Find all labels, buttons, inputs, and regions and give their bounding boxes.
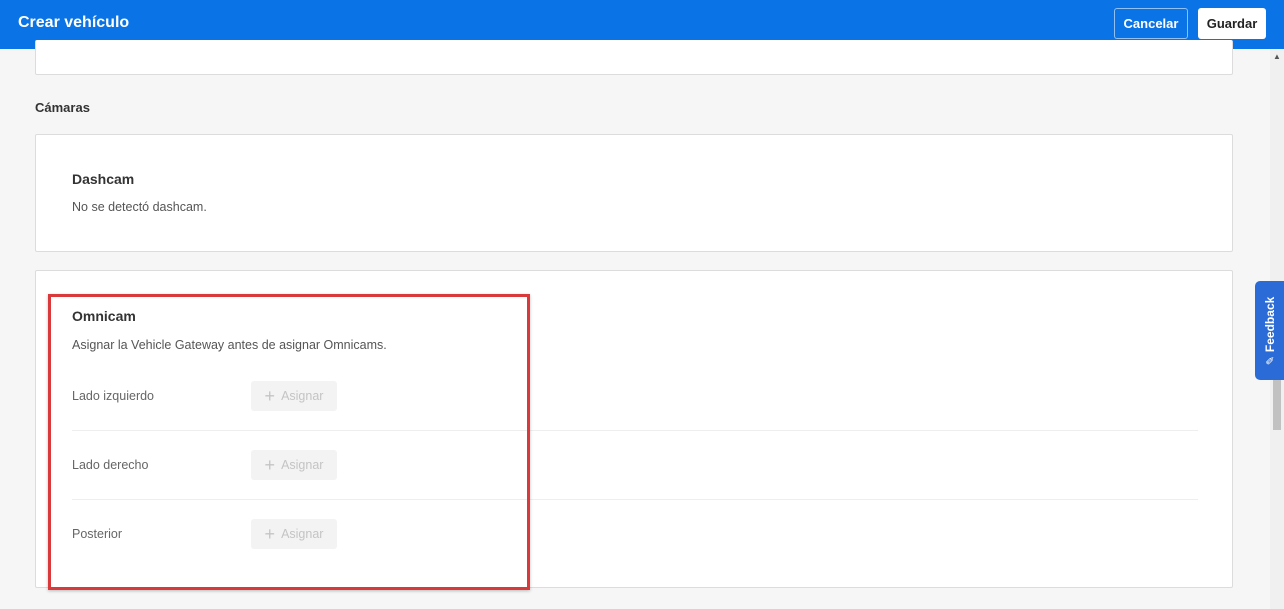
omnicam-heading: Omnicam [72, 308, 136, 324]
feedback-label: Feedback [1262, 296, 1277, 352]
scroll-up-arrow-icon[interactable]: ▲ [1272, 52, 1282, 62]
row-divider [72, 499, 1198, 500]
rear-label: Posterior [72, 527, 123, 541]
assign-label: Asignar [281, 458, 324, 472]
left-side-label: Lado izquierdo [72, 389, 155, 403]
plus-icon: + [264, 455, 276, 475]
scrollbar-thumb[interactable] [1273, 378, 1281, 430]
omnicam-note: Asignar la Vehicle Gateway antes de asig… [72, 338, 387, 352]
assign-label: Asignar [281, 389, 324, 403]
row-divider [72, 430, 1198, 431]
feedback-icon: ✎ [1264, 355, 1276, 365]
omnicam-card: Omnicam Asignar la Vehicle Gateway antes… [35, 270, 1233, 588]
dashcam-card: Dashcam No se detectó dashcam. [35, 134, 1233, 252]
feedback-tab-content: ✎ Feedback [1263, 296, 1277, 365]
save-button[interactable]: Guardar [1198, 8, 1266, 39]
assign-right-button[interactable]: + Asignar [251, 450, 337, 480]
dashcam-status: No se detectó dashcam. [72, 200, 207, 214]
cancel-button[interactable]: Cancelar [1114, 8, 1188, 39]
page-title: Crear vehículo [18, 14, 130, 31]
plus-icon: + [264, 386, 276, 406]
assign-label: Asignar [281, 527, 324, 541]
assign-rear-button[interactable]: + Asignar [251, 519, 337, 549]
assign-left-button[interactable]: + Asignar [251, 381, 337, 411]
previous-section-card [35, 40, 1233, 75]
plus-icon: + [264, 524, 276, 544]
feedback-tab[interactable]: ✎ Feedback [1255, 281, 1284, 380]
dashcam-heading: Dashcam [72, 171, 135, 187]
cameras-section-title: Cámaras [35, 100, 90, 115]
right-side-label: Lado derecho [72, 458, 149, 472]
